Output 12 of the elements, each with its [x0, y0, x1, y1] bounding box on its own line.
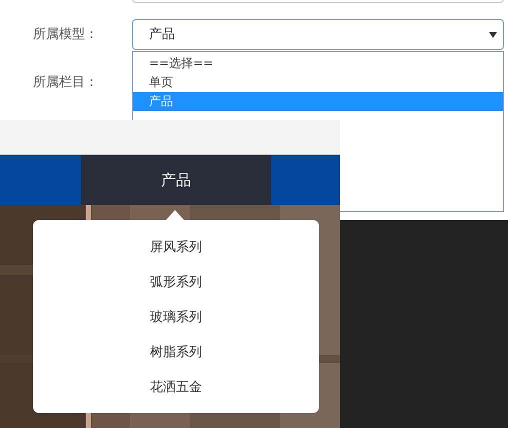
caret-icon: [489, 32, 497, 38]
submenu-item[interactable]: 弧形系列: [150, 270, 202, 305]
dropdown-option[interactable]: 单页: [133, 73, 503, 92]
submenu-item[interactable]: 玻璃系列: [150, 305, 202, 340]
nav-tab[interactable]: 产品: [81, 155, 271, 205]
submenu-item[interactable]: 花洒五金: [150, 375, 202, 410]
submenu-item[interactable]: 屏风系列: [150, 235, 202, 270]
submenu-item[interactable]: 树脂系列: [150, 340, 202, 375]
dropdown-option[interactable]: ==选择==: [133, 54, 503, 73]
model-select[interactable]: 产品: [132, 19, 504, 50]
field-label: 所属模型：: [33, 26, 98, 44]
field-label: 所属栏目：: [33, 74, 98, 92]
